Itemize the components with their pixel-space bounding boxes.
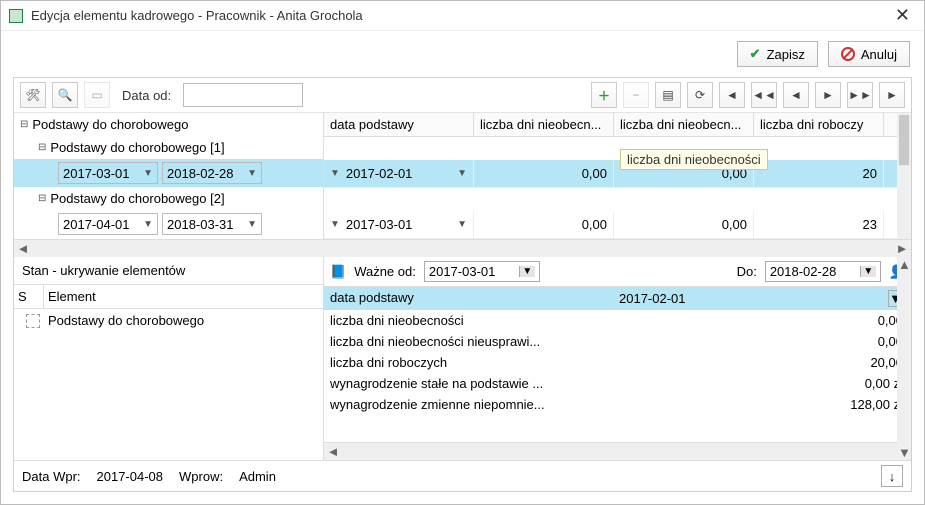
valid-from-dropdown[interactable]: 2017-03-01▼ (424, 261, 540, 282)
nav-prev1-button[interactable]: ◄ (783, 82, 809, 108)
chevron-down-icon[interactable]: ▼ (860, 266, 876, 277)
date-from-label: Data od: (116, 88, 177, 103)
detail-row[interactable]: data podstawy 2017-02-01▼ (324, 287, 911, 310)
unknown-button: ▭ (84, 82, 110, 108)
list-item-label: Podstawy do chorobowego (48, 313, 204, 328)
status-date-label: Data Wpr: (22, 469, 81, 484)
tooltip: liczba dni nieobecności (620, 149, 768, 170)
date-from-input[interactable] (183, 83, 303, 107)
detail-label: wynagrodzenie zmienne niepomnie... (324, 394, 611, 415)
tree-root-label: Podstawy do chorobowego (32, 117, 188, 132)
scroll-left-icon[interactable]: ◄ (14, 241, 32, 256)
status-user: Admin (239, 469, 276, 484)
book-icon: 📘 (330, 264, 346, 280)
search-button[interactable]: 🔍 (52, 82, 78, 108)
col-header[interactable]: liczba dni roboczy (754, 113, 884, 136)
node-date-to[interactable]: 2018-03-31▼ (162, 213, 262, 235)
chevron-down-icon[interactable]: ▼ (457, 168, 467, 179)
status-user-label: Wprow: (179, 469, 223, 484)
collapse-icon[interactable]: ⊟ (20, 119, 28, 130)
scroll-right-icon[interactable]: ► (893, 241, 911, 256)
chevron-down-icon[interactable]: ▼ (143, 219, 153, 230)
refresh-button[interactable]: ⟳ (687, 82, 713, 108)
close-icon[interactable]: ✕ (889, 5, 916, 26)
detail-row[interactable]: liczba dni nieobecności 0,00 (324, 310, 911, 331)
chevron-down-icon[interactable]: ▼ (330, 219, 340, 230)
cancel-icon (841, 47, 855, 61)
detail-value: 0,00 zł (611, 373, 911, 394)
detail-row[interactable]: liczba dni nieobecności nieusprawi... 0,… (324, 331, 911, 352)
detail-value: 0,00 (611, 331, 911, 352)
node-date-from[interactable]: 2017-03-01▼ (58, 162, 158, 184)
scroll-left-icon[interactable]: ◄ (324, 444, 342, 459)
col-header[interactable]: liczba dni nieobecn... (614, 113, 754, 136)
col-header[interactable]: liczba dni nieobecn... (474, 113, 614, 136)
chevron-down-icon[interactable]: ▼ (143, 168, 153, 179)
chevron-down-icon[interactable]: ▼ (247, 219, 257, 230)
window-title: Edycja elementu kadrowego - Pracownik - … (31, 8, 889, 23)
col-element: Element (44, 285, 323, 308)
valid-from-label: Ważne od: (354, 264, 416, 279)
save-button[interactable]: ✔ Zapisz (737, 41, 818, 67)
cancel-label: Anuluj (861, 47, 897, 62)
save-label: Zapisz (767, 47, 805, 62)
detail-row[interactable]: wynagrodzenie stałe na podstawie ... 0,0… (324, 373, 911, 394)
app-icon (9, 9, 23, 23)
node-date-from[interactable]: 2017-04-01▼ (58, 213, 158, 235)
scroll-down-icon[interactable]: ▼ (898, 445, 910, 460)
stan-title: Stan - ukrywanie elementów (14, 257, 323, 285)
vertical-scrollbar[interactable]: ▲ ▼ (897, 257, 911, 460)
chevron-down-icon[interactable]: ▼ (457, 219, 467, 230)
nav-next2-button[interactable]: ►► (847, 82, 873, 108)
chevron-down-icon[interactable]: ▼ (330, 168, 340, 179)
nav-next1-button[interactable]: ► (815, 82, 841, 108)
node-date-to[interactable]: 2018-02-28▼ (162, 162, 262, 184)
detail-row[interactable]: wynagrodzenie zmienne niepomnie... 128,0… (324, 394, 911, 415)
col-header[interactable]: data podstawy (324, 113, 474, 136)
detail-value: 0,00 (611, 310, 911, 331)
nav-prev2-button[interactable]: ◄◄ (751, 82, 777, 108)
chevron-down-icon[interactable]: ▼ (247, 168, 257, 179)
detail-label: wynagrodzenie stałe na podstawie ... (324, 373, 611, 394)
list-item[interactable]: Podstawy do chorobowego (14, 309, 323, 332)
tree-node-label: Podstawy do chorobowego [2] (50, 191, 224, 206)
tree-root[interactable]: ⊟ Podstawy do chorobowego (14, 113, 323, 136)
detail-label: data podstawy (324, 287, 611, 310)
tree-node[interactable]: ⊟ Podstawy do chorobowego [1] (14, 136, 323, 159)
checkbox[interactable] (26, 314, 40, 328)
status-date: 2017-04-08 (97, 469, 164, 484)
detail-value[interactable]: 2017-02-01▼ (611, 287, 911, 310)
add-button[interactable]: ＋ (591, 82, 617, 108)
cancel-button[interactable]: Anuluj (828, 41, 910, 67)
remove-button: − (623, 82, 649, 108)
detail-label: liczba dni nieobecności nieusprawi... (324, 331, 611, 352)
detail-label: liczba dni roboczych (324, 352, 611, 373)
col-s: S (14, 285, 44, 308)
detail-value: 128,00 zł (611, 394, 911, 415)
nav-next-button[interactable]: ► (879, 82, 905, 108)
chevron-down-icon[interactable]: ▼ (519, 266, 535, 277)
collapse-icon[interactable]: ⊟ (38, 193, 46, 204)
vertical-scrollbar[interactable] (897, 113, 911, 239)
detail-value: 20,00 (611, 352, 911, 373)
table-row[interactable]: ▼2017-02-01▼ 0,00 0,00 20 (324, 160, 911, 188)
tools-button[interactable]: 🛠 (20, 82, 46, 108)
valid-to-label: Do: (737, 264, 757, 279)
scroll-up-icon[interactable]: ▲ (898, 257, 910, 272)
tree-node-label: Podstawy do chorobowego [1] (50, 140, 224, 155)
tree-node[interactable]: ⊟ Podstawy do chorobowego [2] (14, 187, 323, 210)
detail-label: liczba dni nieobecności (324, 310, 611, 331)
arrow-down-button[interactable]: ↓ (881, 465, 903, 487)
check-icon: ✔ (750, 46, 761, 62)
copy-button[interactable]: ▤ (655, 82, 681, 108)
table-row[interactable]: ▼2017-03-01▼ 0,00 0,00 23 (324, 211, 911, 239)
collapse-icon[interactable]: ⊟ (38, 142, 46, 153)
nav-prev-button[interactable]: ◄ (719, 82, 745, 108)
valid-to-dropdown[interactable]: 2018-02-28▼ (765, 261, 881, 282)
detail-row[interactable]: liczba dni roboczych 20,00 (324, 352, 911, 373)
